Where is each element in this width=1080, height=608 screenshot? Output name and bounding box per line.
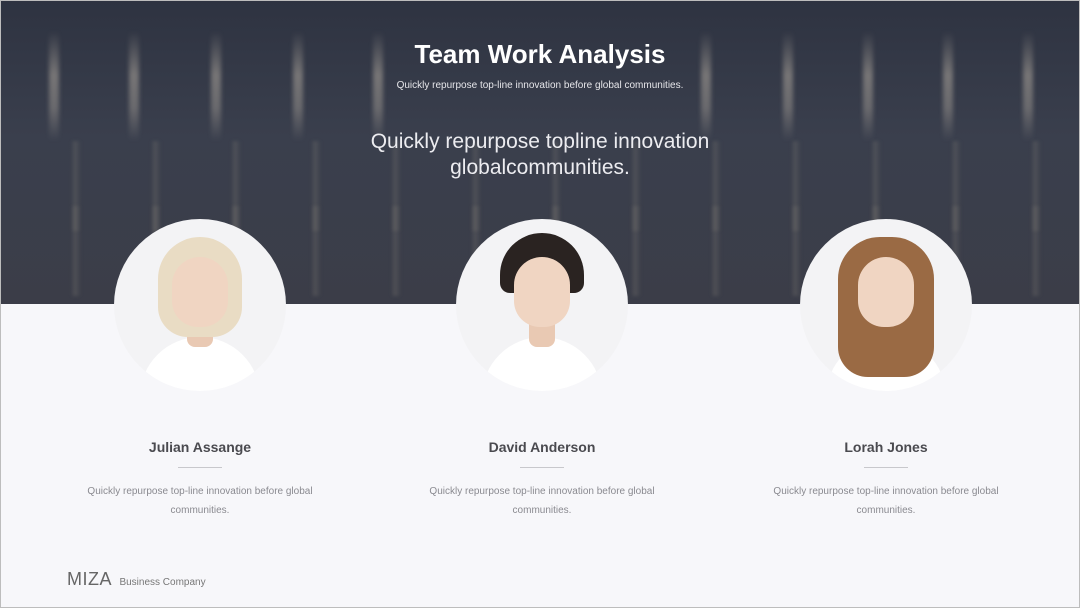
team-member-card: David Anderson Quickly repurpose top-lin…	[372, 219, 712, 520]
member-description: Quickly repurpose top-line innovation be…	[429, 486, 655, 516]
avatar-face	[858, 257, 914, 327]
hero-quote: Quickly repurpose topline innovation glo…	[1, 129, 1079, 181]
team-member-card: Lorah Jones Quickly repurpose top-line i…	[716, 219, 1056, 520]
brand-logo-text: MIZA	[67, 569, 112, 589]
avatar	[114, 219, 286, 391]
page-title: Team Work Analysis	[414, 39, 666, 69]
divider	[520, 467, 564, 468]
hero-quote-line2: globalcommunities.	[450, 156, 630, 179]
member-name: Julian Assange	[148, 439, 252, 455]
avatar	[800, 219, 972, 391]
footer: MIZA Business Company	[67, 569, 206, 590]
member-name: Lorah Jones	[844, 439, 928, 455]
member-name: David Anderson	[488, 439, 596, 455]
avatar	[456, 219, 628, 391]
divider	[178, 467, 222, 468]
avatar-face	[172, 257, 228, 327]
member-description: Quickly repurpose top-line innovation be…	[87, 486, 313, 516]
brand-tagline: Business Company	[119, 577, 206, 588]
member-description: Quickly repurpose top-line innovation be…	[773, 486, 999, 516]
divider	[864, 467, 908, 468]
slide: Team Work Analysis Quickly repurpose top…	[0, 0, 1080, 608]
team-member-card: Julian Assange Quickly repurpose top-lin…	[30, 219, 370, 520]
avatar-face	[514, 257, 570, 327]
page-subtitle: Quickly repurpose top-line innovation be…	[396, 80, 684, 91]
hero-quote-line1: Quickly repurpose topline innovation	[370, 130, 710, 153]
